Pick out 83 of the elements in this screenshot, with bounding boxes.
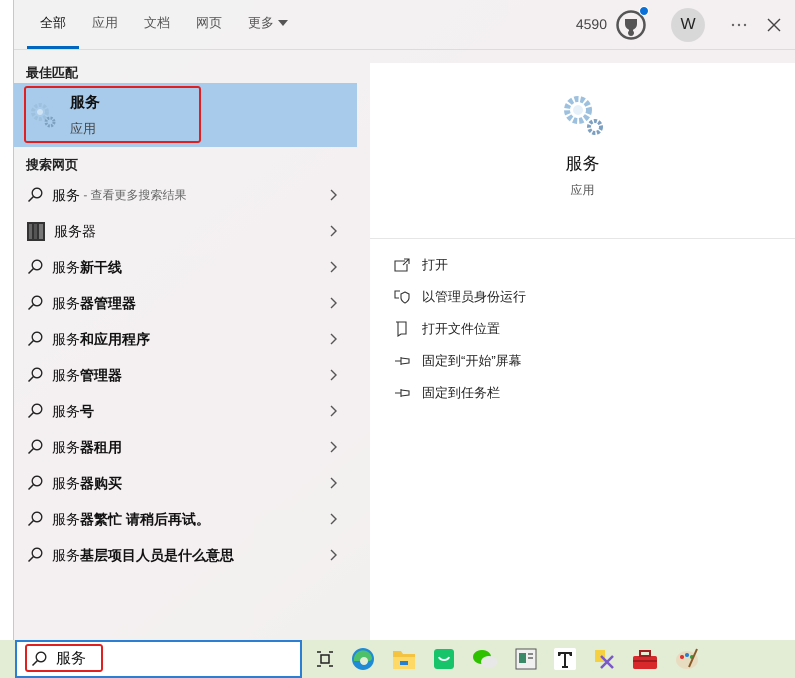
document-icon — [394, 321, 408, 337]
suggestion-text: 服务器繁忙 请稍后再试。 — [52, 510, 210, 528]
action-item[interactable]: 以管理员身份运行 — [394, 281, 795, 313]
search-icon — [27, 331, 43, 347]
chevron-icon — [330, 477, 337, 489]
browser-icon[interactable] — [351, 647, 375, 671]
rewards-icon[interactable] — [615, 8, 647, 40]
search-icon — [27, 259, 43, 275]
search-icon — [31, 651, 47, 667]
palette-icon[interactable] — [675, 647, 699, 671]
suggestion-item[interactable]: 服务管理器 — [14, 357, 357, 393]
suggestion-item[interactable]: 服务器繁忙 请稍后再试。 — [14, 501, 357, 537]
points-count: 4590 — [576, 15, 607, 34]
suggestion-hint: - 查看更多搜索结果 — [82, 187, 187, 204]
document-viewer-icon[interactable] — [515, 648, 537, 670]
suggestion-item[interactable]: 服务器租用 — [14, 429, 357, 465]
toolbox-icon[interactable] — [632, 648, 658, 670]
search-field[interactable]: 服务 — [15, 640, 302, 678]
suggestion-item[interactable]: 服务器购买 — [14, 465, 357, 501]
tools-icon[interactable] — [593, 648, 615, 670]
font-icon[interactable] — [554, 648, 576, 670]
app-type: 应用 — [70, 120, 97, 138]
close-icon[interactable] — [767, 18, 781, 32]
chevron-icon — [330, 441, 337, 453]
search-icon — [27, 511, 43, 527]
app-name: 服务 — [70, 93, 100, 113]
app-type: 应用 — [570, 182, 594, 198]
avatar[interactable]: W — [671, 8, 705, 42]
tab[interactable]: 网页 — [183, 0, 235, 49]
search-icon — [27, 367, 43, 383]
action-item[interactable]: 打开 — [394, 249, 795, 281]
suggestion-text: 服务器管理器 — [52, 294, 136, 312]
suggestion-item[interactable]: 服务器管理器 — [14, 285, 357, 321]
tab[interactable]: 文档 — [131, 0, 183, 49]
search-icon — [27, 547, 43, 563]
section-heading: 最佳匹配 — [25, 64, 80, 82]
best-match-item[interactable]: 服务 应用 — [14, 83, 357, 147]
more-icon[interactable] — [731, 22, 747, 26]
chevron-icon — [330, 225, 337, 237]
search-icon — [27, 295, 43, 311]
action-item[interactable]: 固定到“开始”屏幕 — [394, 345, 795, 377]
search-icon — [27, 439, 43, 455]
search-icon — [27, 403, 43, 419]
gears-icon — [30, 102, 56, 128]
suggestion-text: 服务号 — [52, 402, 94, 420]
action-item[interactable]: 打开文件位置 — [394, 313, 795, 345]
search-icon — [27, 475, 43, 491]
suggestion-text: 服务和应用程序 — [52, 330, 150, 348]
section-heading: 搜索网页 — [24, 156, 79, 174]
pin-icon — [394, 356, 410, 366]
app-name: 服务 — [566, 153, 600, 175]
action-item[interactable]: 固定到任务栏 — [394, 377, 795, 409]
tab[interactable]: 更多 — [235, 0, 301, 49]
suggestion-text: 服务管理器 — [52, 366, 122, 384]
chevron-icon — [330, 513, 337, 525]
shield-icon — [394, 290, 410, 304]
suggestion-text: 服务 — [52, 186, 80, 204]
suggestion-text: 服务基层项目人员是什么意思 — [52, 546, 234, 564]
pin-icon — [394, 388, 410, 398]
suggestion-item[interactable]: 服务器 — [14, 213, 357, 249]
search-icon — [27, 187, 43, 203]
suggestion-item[interactable]: 服务基层项目人员是什么意思 — [14, 537, 357, 573]
chevron-icon — [330, 261, 337, 273]
suggestion-item[interactable]: 服务新干线 — [14, 249, 357, 285]
suggestion-text: 服务器 — [54, 222, 96, 240]
suggestion-item[interactable]: 服务和应用程序 — [14, 321, 357, 357]
chevron-icon — [330, 549, 337, 561]
chevron-icon — [330, 297, 337, 309]
open-icon — [394, 258, 410, 272]
tab[interactable]: 全部 — [27, 0, 79, 49]
tab[interactable]: 应用 — [79, 0, 131, 49]
suggestion-item[interactable]: 服务号 — [14, 393, 357, 429]
suggestion-text: 服务器租用 — [52, 438, 122, 456]
suggestion-text: 服务器购买 — [52, 474, 122, 492]
chevron-icon — [330, 333, 337, 345]
chevron-icon — [330, 405, 337, 417]
suggestion-item[interactable]: 服务 - 查看更多搜索结果 — [14, 177, 357, 213]
chevron-icon — [330, 189, 337, 201]
suggestion-text: 服务新干线 — [52, 258, 122, 276]
task-view-icon[interactable] — [316, 651, 334, 667]
chevron-icon — [330, 369, 337, 381]
server-rack-icon — [27, 221, 45, 241]
folder-icon[interactable] — [392, 648, 416, 670]
